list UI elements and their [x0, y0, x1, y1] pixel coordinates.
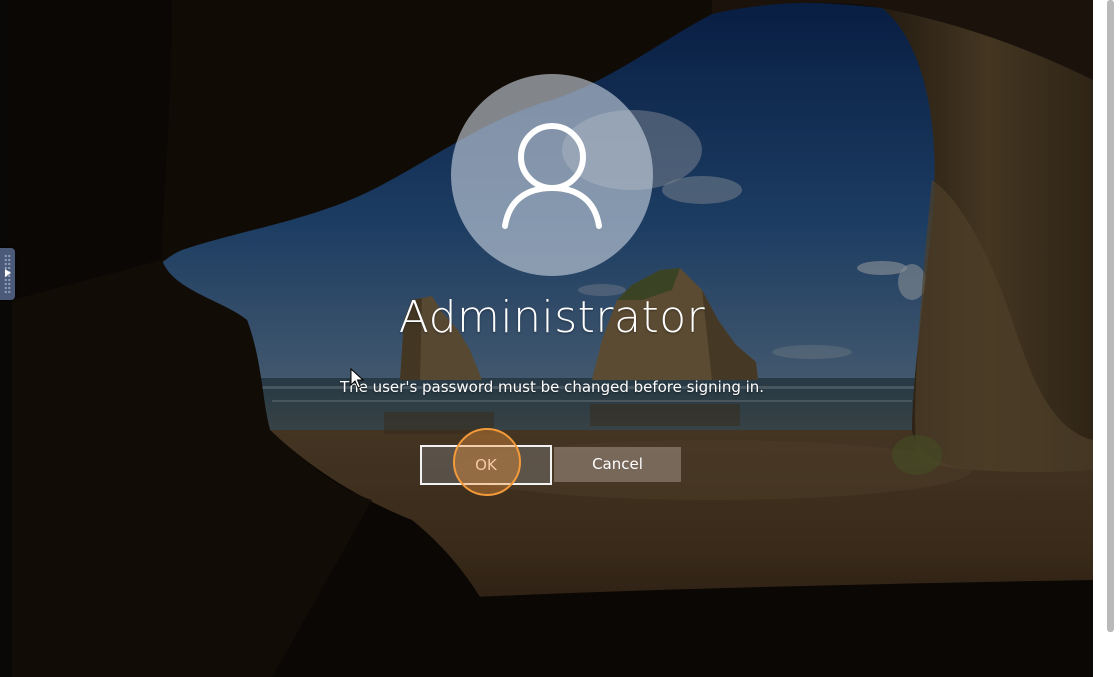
- vertical-scrollbar[interactable]: [1093, 0, 1120, 677]
- password-change-message: The user's password must be changed befo…: [339, 378, 765, 396]
- user-avatar: [451, 74, 653, 276]
- drawer-expand-arrow-icon: [5, 269, 11, 277]
- cancel-button[interactable]: Cancel: [554, 447, 681, 482]
- windows-lock-screen: Administrator The user's password must b…: [12, 0, 1093, 677]
- session-drawer-handle[interactable]: [0, 248, 15, 300]
- user-name: Administrator: [398, 292, 706, 343]
- remote-session-frame: Administrator The user's password must b…: [0, 0, 1120, 677]
- mouse-pointer-icon: [350, 368, 364, 389]
- user-silhouette-icon: [502, 123, 602, 229]
- scrollbar-thumb[interactable]: [1107, 0, 1114, 632]
- ok-button[interactable]: [420, 445, 552, 485]
